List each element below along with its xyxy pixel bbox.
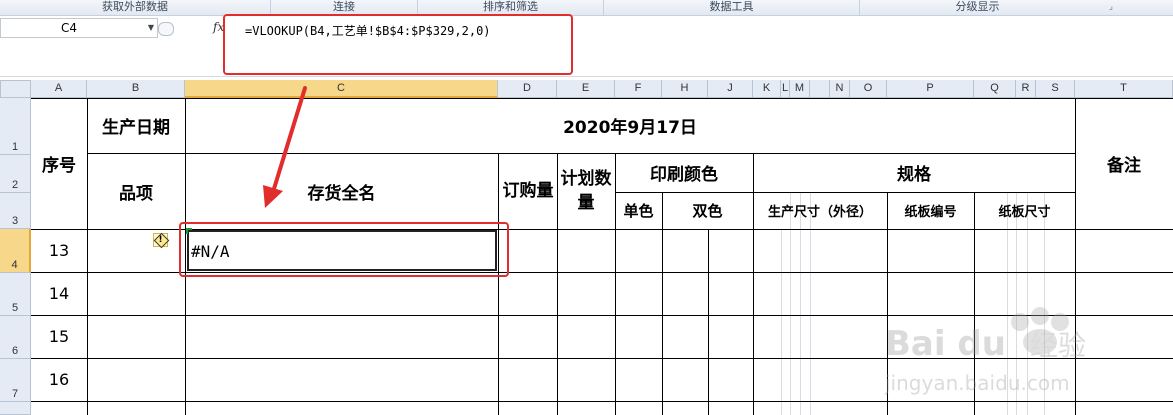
row-header[interactable]: 6 — [0, 316, 31, 359]
row-header[interactable]: 3 — [0, 193, 31, 229]
board-no-header[interactable]: 纸板编号 — [887, 192, 974, 229]
ribbon-bar: 获取外部数据 连接 排序和筛选 数据工具 分级显示 ⌟ — [0, 0, 1173, 16]
plan-qty-header[interactable]: 计划数量 — [560, 160, 612, 222]
arrow-annotation-icon — [263, 86, 307, 208]
date-label[interactable]: 生产日期 — [87, 98, 185, 153]
column-header[interactable]: O — [850, 80, 887, 98]
border-line — [708, 229, 709, 415]
column-header[interactable]: S — [1036, 80, 1075, 98]
column-header[interactable]: R — [1016, 80, 1036, 98]
cell-highlight-box — [179, 222, 509, 277]
ribbon-group-external-data[interactable]: 获取外部数据 — [0, 0, 271, 15]
column-header[interactable]: J — [708, 80, 753, 98]
prod-size-header[interactable]: 生产尺寸（外径） — [753, 192, 887, 229]
column-header[interactable]: N — [830, 80, 850, 98]
row-header[interactable]: 7 — [0, 359, 31, 402]
chevron-down-icon[interactable]: ▼ — [148, 19, 154, 37]
formula-highlight-box — [223, 14, 573, 75]
column-header[interactable]: K — [753, 80, 781, 98]
column-header[interactable]: F — [615, 80, 662, 98]
name-box-value: C4 — [61, 21, 78, 35]
column-header[interactable]: P — [887, 80, 974, 98]
column-header[interactable]: T — [1075, 80, 1173, 98]
error-warning-icon[interactable]: ! — [153, 232, 170, 249]
name-header[interactable]: 存货全名 — [185, 153, 498, 229]
seq-cell[interactable]: 16 — [31, 358, 87, 401]
svg-text:jingyan.baidu.com: jingyan.baidu.com — [884, 371, 1070, 395]
column-header[interactable]: A — [31, 80, 87, 98]
column-header[interactable]: H — [662, 80, 708, 98]
border-line — [557, 153, 558, 415]
ribbon-group-outline[interactable]: 分级显示 — [860, 0, 1095, 15]
item-label[interactable]: 品项 — [87, 153, 185, 229]
border-line — [31, 358, 1173, 359]
select-all-corner[interactable] — [0, 80, 31, 98]
seq-cell[interactable]: 14 — [31, 272, 87, 315]
column-header[interactable]: D — [498, 80, 557, 98]
row-header-selected[interactable]: 4 — [0, 229, 31, 273]
date-value[interactable]: 2020年9月17日 — [185, 98, 1075, 153]
order-qty-header[interactable]: 订购量 — [502, 160, 554, 222]
seq-header[interactable]: 序号 — [31, 98, 87, 229]
row-header[interactable]: 2 — [0, 155, 31, 193]
row-header[interactable] — [0, 402, 31, 415]
gridline — [781, 229, 782, 415]
ribbon-group-connections[interactable]: 连接 — [271, 0, 418, 15]
remark-header[interactable]: 备注 — [1075, 98, 1173, 229]
board-size-header[interactable]: 纸板尺寸 — [974, 192, 1075, 229]
column-header[interactable] — [810, 80, 830, 98]
formula-bar-handle-icon[interactable] — [158, 22, 174, 36]
column-header-selected[interactable]: C — [185, 80, 498, 98]
print-color-header[interactable]: 印刷颜色 — [615, 153, 753, 192]
border-line — [498, 153, 499, 415]
formula-bar — [0, 16, 1173, 77]
single-color-header[interactable]: 单色 — [615, 192, 662, 229]
row-header[interactable]: 5 — [0, 273, 31, 316]
column-header[interactable]: M — [790, 80, 810, 98]
ribbon-group-data-tools[interactable]: 数据工具 — [604, 0, 860, 15]
ribbon-group-sort-filter[interactable]: 排序和筛选 — [418, 0, 604, 15]
seq-cell[interactable]: 13 — [31, 229, 87, 272]
double-color-header[interactable]: 双色 — [662, 192, 753, 229]
dialog-launcher-icon[interactable]: ⌟ — [1109, 2, 1113, 12]
column-header[interactable]: Q — [974, 80, 1016, 98]
watermark-logo: Bai du 经验 jingyan.baidu.com — [880, 300, 1115, 410]
seq-cell[interactable]: 15 — [31, 315, 87, 358]
border-line — [31, 315, 1173, 316]
column-header[interactable]: E — [557, 80, 615, 98]
name-box[interactable]: C4 ▼ — [0, 18, 158, 38]
spec-header[interactable]: 规格 — [753, 153, 1075, 192]
row-header[interactable]: 1 — [0, 98, 31, 155]
column-header[interactable]: L — [781, 80, 790, 98]
border-line — [31, 401, 1173, 402]
column-header[interactable]: B — [87, 80, 185, 98]
